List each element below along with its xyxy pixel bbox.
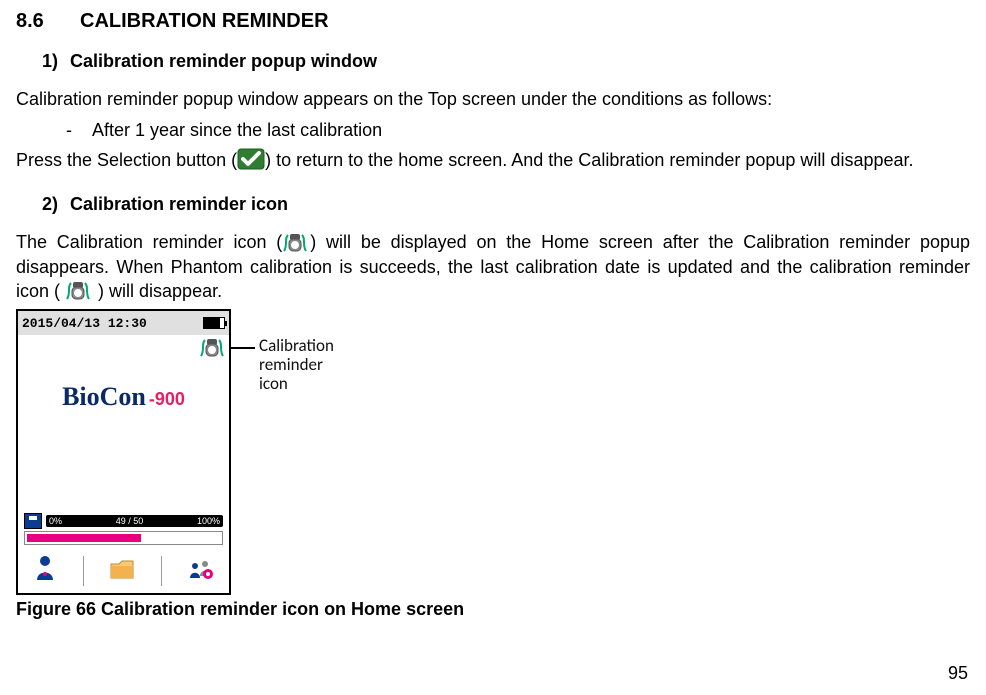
battery-icon — [203, 317, 225, 329]
subheading-2: 2)Calibration reminder icon — [42, 192, 970, 216]
subheading-1: 1)Calibration reminder popup window — [42, 49, 970, 73]
paragraph-1: Calibration reminder popup window appear… — [16, 87, 970, 111]
figure-66: 2015/04/13 12:30 BioCon-900 0% 49 / 50 1… — [16, 309, 970, 595]
paragraph-2: Press the Selection button () to return … — [16, 148, 970, 172]
progress-bar — [24, 531, 223, 545]
page-number: 95 — [948, 661, 968, 685]
paragraph-3: The Calibration reminder icon () will be… — [16, 230, 970, 303]
section-title: CALIBRATION REMINDER — [80, 10, 329, 32]
callout-label: Calibration reminder icon — [231, 337, 334, 393]
storage-progress: 0% 49 / 50 100% — [18, 511, 229, 549]
section-heading: 8.6CALIBRATION REMINDER — [16, 8, 970, 35]
device-home-screen: 2015/04/13 12:30 BioCon-900 0% 49 / 50 1… — [16, 309, 231, 595]
status-bar: 2015/04/13 12:30 — [18, 311, 229, 335]
check-icon — [237, 148, 265, 170]
folder-icon[interactable] — [109, 556, 135, 586]
bottom-toolbar — [18, 549, 229, 593]
bullet-1: -After 1 year since the last calibration — [66, 118, 970, 142]
settings-icon[interactable] — [188, 556, 214, 586]
patient-icon[interactable] — [33, 554, 57, 588]
calibration-reminder-icon — [65, 279, 93, 301]
section-number: 8.6 — [16, 8, 80, 35]
calibration-reminder-icon — [199, 336, 223, 358]
calibration-reminder-icon — [282, 231, 310, 253]
disk-icon — [24, 513, 42, 529]
figure-caption: Figure 66 Calibration reminder icon on H… — [16, 597, 970, 621]
status-datetime: 2015/04/13 12:30 — [22, 315, 147, 333]
device-logo: BioCon-900 — [18, 363, 229, 424]
